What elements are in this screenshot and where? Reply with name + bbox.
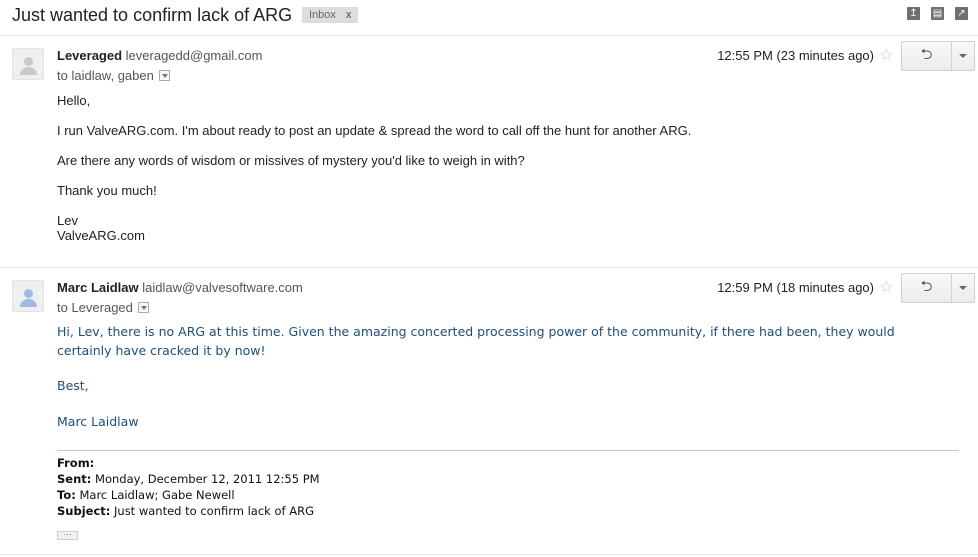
body-paragraph: Marc Laidlaw — [57, 414, 139, 429]
recipients: to laidlaw, gaben — [57, 68, 170, 83]
quoted-to-label: To: — [57, 488, 76, 502]
body-line: ValveARG.com — [57, 228, 145, 243]
quoted-to-value: Marc Laidlaw; Gabe Newell — [79, 488, 235, 502]
recipients-text: to laidlaw, gaben — [57, 68, 154, 83]
quoted-from: From: — [57, 456, 94, 470]
avatar — [12, 48, 44, 80]
star-icon[interactable]: ☆ — [879, 45, 893, 65]
body-line: Thank you much! — [57, 183, 157, 198]
message-time: 12:59 PM (18 minutes ago) — [717, 280, 874, 295]
quote-separator — [57, 450, 959, 451]
show-details-icon[interactable] — [137, 302, 149, 313]
divider — [0, 554, 978, 555]
print-icon[interactable]: ▤ — [931, 7, 944, 20]
more-actions-button[interactable] — [952, 274, 974, 302]
quoted-subject-label: Subject: — [57, 504, 111, 518]
quoted-from-label: From: — [57, 456, 95, 470]
divider — [0, 267, 978, 268]
archive-icon[interactable]: ↥ — [907, 7, 920, 20]
sender-name[interactable]: Marc Laidlaw — [57, 280, 139, 295]
show-details-icon[interactable] — [158, 70, 170, 81]
body-line: Hello, — [57, 93, 91, 108]
reply-button-group: ⮌ — [901, 273, 975, 303]
body-line: Lev — [57, 213, 78, 228]
quoted-to: To: Marc Laidlaw; Gabe Newell — [57, 488, 235, 502]
thread-toolbar: ↥ ▤ ↗ — [907, 7, 968, 20]
remove-label-button[interactable]: x — [346, 9, 352, 21]
quoted-sent: Sent: Monday, December 12, 2011 12:55 PM — [57, 472, 320, 486]
chevron-down-icon — [959, 286, 967, 290]
reply-icon: ⮌ — [920, 277, 933, 295]
reply-button[interactable]: ⮌ — [902, 42, 952, 70]
body-paragraph: Hi, Lev, there is no ARG at this time. G… — [57, 324, 895, 358]
thread-header: Just wanted to confirm lack of ARG Inbox… — [0, 0, 978, 34]
sender-email: leveragedd@gmail.com — [125, 48, 263, 63]
body-line: Are there any words of wisdom or missive… — [57, 153, 525, 168]
show-trimmed-content-button[interactable]: ··· — [57, 530, 78, 540]
reply-button[interactable]: ⮌ — [902, 274, 952, 302]
new-window-icon[interactable]: ↗ — [955, 7, 968, 20]
sender[interactable]: Leveraged leveragedd@gmail.com — [57, 48, 262, 63]
body-line: I run ValveARG.com. I'm about ready to p… — [57, 123, 692, 138]
quoted-subject: Subject: Just wanted to confirm lack of … — [57, 504, 314, 518]
body-paragraph: Best, — [57, 378, 89, 393]
avatar — [12, 280, 44, 312]
quoted-sent-label: Sent: — [57, 472, 92, 486]
chevron-down-icon — [959, 54, 967, 58]
sender-email: laidlaw@valvesoftware.com — [142, 280, 303, 295]
more-actions-button[interactable] — [952, 42, 974, 70]
quoted-sent-value: Monday, December 12, 2011 12:55 PM — [95, 472, 320, 486]
recipients: to Leveraged — [57, 300, 149, 315]
quoted-subject-value: Just wanted to confirm lack of ARG — [114, 504, 314, 518]
sender[interactable]: Marc Laidlaw laidlaw@valvesoftware.com — [57, 280, 303, 295]
inbox-label[interactable]: Inbox x — [302, 7, 359, 23]
reply-button-group: ⮌ — [901, 41, 975, 71]
recipients-text: to Leveraged — [57, 300, 133, 315]
message-time: 12:55 PM (23 minutes ago) — [717, 48, 874, 63]
divider — [0, 35, 978, 36]
star-icon[interactable]: ☆ — [879, 277, 893, 297]
inbox-label-text: Inbox — [309, 9, 336, 21]
thread-subject: Just wanted to confirm lack of ARG — [12, 5, 293, 25]
sender-name[interactable]: Leveraged — [57, 48, 122, 63]
reply-icon: ⮌ — [920, 45, 933, 63]
